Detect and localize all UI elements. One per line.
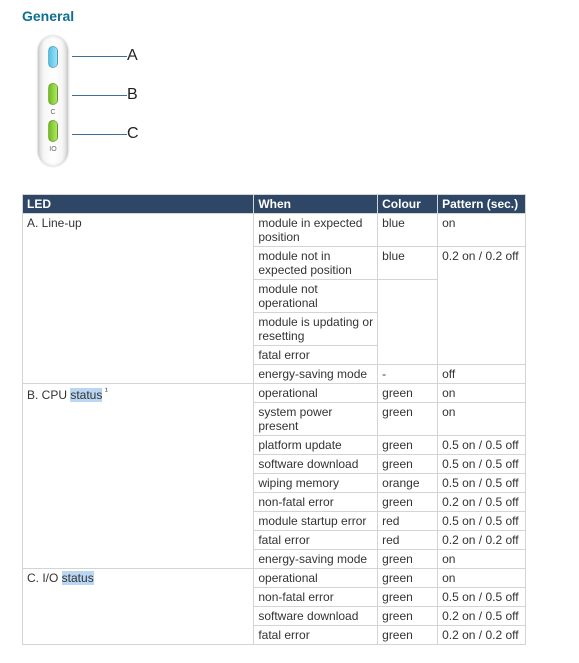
cell-colour: blue [378,247,438,280]
cell-when: non-fatal error [254,588,378,607]
cell-when: module is updating or resetting [254,313,378,346]
cell-when: module not in expected position [254,247,378,280]
callout-label-a: A [127,48,138,64]
footnote-marker: ¹ [102,386,108,396]
cell-colour: green [378,436,438,455]
led-table: LED When Colour Pattern (sec.) A. Line-u… [22,194,526,645]
cell-colour: green [378,493,438,512]
led-a-icon [48,46,58,68]
panel-label-bottom: IO [38,146,68,153]
callout-line-b [72,95,127,96]
highlight-status: status [70,388,102,402]
cell-when: operational [254,384,378,403]
cell-colour: orange [378,474,438,493]
cell-when: non-fatal error [254,493,378,512]
cell-led: A. Line-up [23,214,254,384]
cell-pattern: 0.2 on / 0.5 off [438,607,526,626]
cell-colour: green [378,588,438,607]
callout-lines [72,36,127,166]
cell-pattern: 0.2 on / 0.2 off [438,247,526,365]
cell-when: operational [254,569,378,588]
cell-led: B. CPU status ¹ [23,384,254,569]
panel-label-mid: C [38,109,68,116]
callout-label-b: B [127,87,138,103]
cell-when: energy-saving mode [254,550,378,569]
callout-labels: A B C [127,36,147,166]
th-colour: Colour [378,195,438,214]
callout-label-c: C [127,126,139,142]
cell-pattern: 0.5 on / 0.5 off [438,588,526,607]
cell-when: fatal error [254,626,378,645]
cell-colour: - [378,365,438,384]
cell-when: software download [254,607,378,626]
highlight-status: status [62,571,94,585]
cell-pattern: 0.5 on / 0.5 off [438,474,526,493]
cell-pattern: on [438,214,526,247]
cell-when: wiping memory [254,474,378,493]
table-header-row: LED When Colour Pattern (sec.) [23,195,526,214]
cell-colour [378,280,438,365]
cell-pattern: off [438,365,526,384]
cell-pattern: on [438,550,526,569]
cell-colour: red [378,531,438,550]
cell-pattern: 0.2 on / 0.5 off [438,493,526,512]
cell-colour: green [378,607,438,626]
panel-label-blank1 [38,72,68,79]
cell-colour: blue [378,214,438,247]
th-when: When [254,195,378,214]
cell-when: software download [254,455,378,474]
th-pattern: Pattern (sec.) [438,195,526,214]
cell-pattern: 0.2 on / 0.2 off [438,626,526,645]
cell-led: C. I/O status [23,569,254,645]
cell-pattern: on [438,403,526,436]
cell-colour: green [378,384,438,403]
cell-when: energy-saving mode [254,365,378,384]
cell-when: module in expected position [254,214,378,247]
cell-colour: green [378,626,438,645]
led-diagram: C IO A B C [38,36,559,166]
cell-pattern: on [438,384,526,403]
table-row: C. I/O statusoperationalgreenon [23,569,526,588]
cell-when: system power present [254,403,378,436]
callout-line-c [72,134,127,135]
cell-colour: green [378,455,438,474]
cell-pattern: on [438,569,526,588]
table-row: A. Line-upmodule in expected positionblu… [23,214,526,247]
table-row: B. CPU status ¹operationalgreenon [23,384,526,403]
cell-colour: green [378,569,438,588]
cell-pattern: 0.5 on / 0.5 off [438,455,526,474]
cell-when: fatal error [254,346,378,365]
cell-pattern: 0.5 on / 0.5 off [438,512,526,531]
led-c-icon [48,120,58,142]
cell-when: module startup error [254,512,378,531]
callout-line-a [72,56,127,57]
cell-colour: red [378,512,438,531]
cell-colour: green [378,550,438,569]
status-panel: C IO [38,36,68,166]
cell-pattern: 0.2 on / 0.2 off [438,531,526,550]
cell-when: fatal error [254,531,378,550]
cell-when: platform update [254,436,378,455]
cell-when: module not operational [254,280,378,313]
cell-colour: green [378,403,438,436]
th-led: LED [23,195,254,214]
section-title: General [22,8,559,24]
led-b-icon [48,83,58,105]
cell-pattern: 0.5 on / 0.5 off [438,436,526,455]
